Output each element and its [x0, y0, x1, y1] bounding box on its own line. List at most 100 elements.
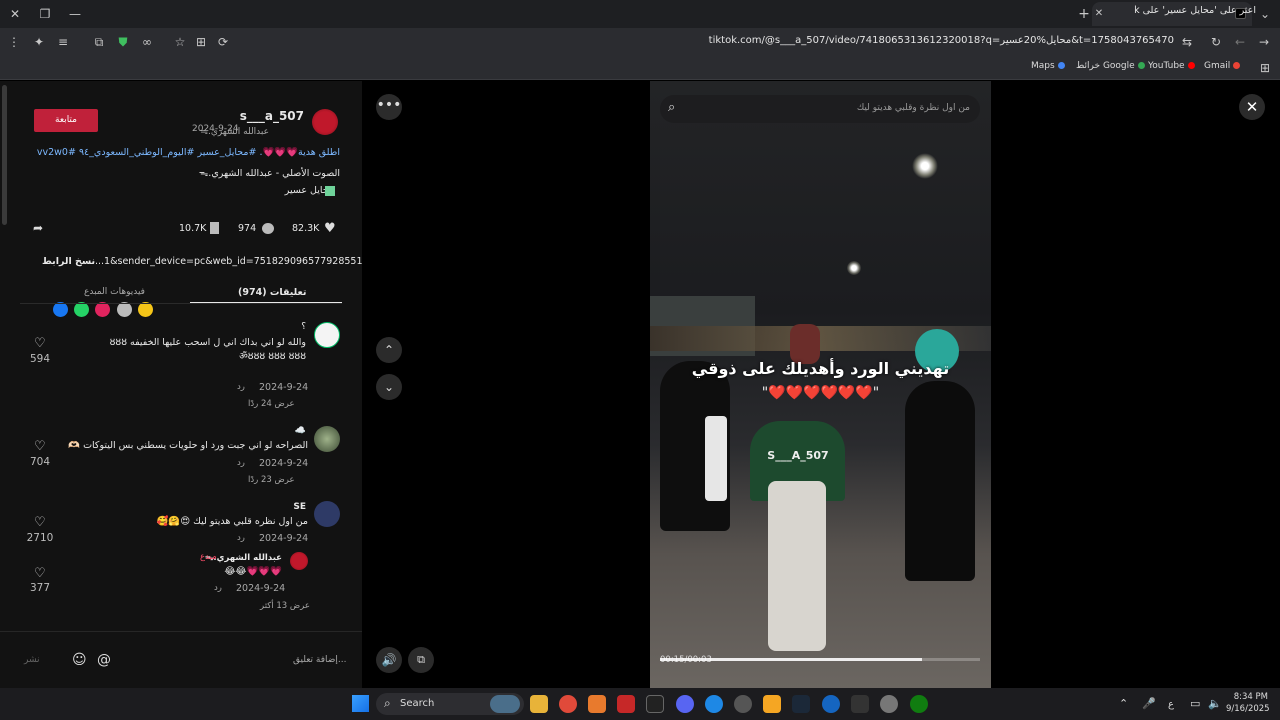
volume-icon[interactable]: 🔈 [1208, 697, 1222, 710]
commenter-avatar[interactable] [314, 501, 340, 527]
network-icon[interactable]: ▭ [1190, 697, 1200, 710]
restore-window-icon[interactable]: ❐ [36, 5, 54, 23]
reply-button[interactable]: رد [214, 583, 222, 593]
previous-video-icon[interactable]: ⌃ [376, 337, 402, 363]
reload-icon[interactable]: ↻ [1207, 33, 1225, 51]
share-embed-icon[interactable] [117, 302, 132, 317]
facebook-icon[interactable] [53, 302, 68, 317]
copy-link-button[interactable]: نسخ الرابط [42, 256, 95, 267]
back-icon[interactable]: → [1255, 33, 1273, 51]
comment-like-icon[interactable]: ♡ [34, 566, 46, 581]
language-indicator[interactable]: ع [1168, 699, 1174, 710]
reply-button[interactable]: رد [237, 533, 245, 543]
sound-label[interactable]: الصوت الأصلي - عبدالله الشهري‪ᯓ. [199, 166, 340, 179]
app-icon[interactable] [588, 695, 606, 713]
clock-date[interactable]: 9/16/2025 [1226, 704, 1270, 714]
progress-fill [660, 658, 923, 661]
post-comment-button[interactable]: نشر [24, 655, 40, 665]
steam-icon[interactable] [792, 695, 810, 713]
next-video-icon[interactable]: ⌄ [376, 374, 402, 400]
comment-like-icon[interactable]: ♡ [34, 336, 46, 351]
site-settings-icon[interactable]: ⇆ [1178, 33, 1196, 51]
volume-icon[interactable]: 🔊 [376, 647, 402, 673]
xbox-icon[interactable] [910, 695, 928, 713]
commenter-avatar[interactable] [314, 426, 340, 452]
comment-icon[interactable] [262, 223, 274, 234]
share-icon[interactable]: ⟳ [214, 33, 232, 51]
pip-icon[interactable]: ⧉ [408, 647, 434, 673]
creator-avatar[interactable] [290, 552, 308, 570]
tab-comments[interactable]: تعليقات (974) [238, 287, 306, 298]
star-icon[interactable]: ☆ [171, 33, 189, 51]
comment-like-icon[interactable]: ♡ [34, 439, 46, 454]
microphone-icon[interactable]: 🎤 [1142, 697, 1156, 710]
share-telegram-icon[interactable] [95, 302, 110, 317]
bookmark-maps[interactable]: Maps [1031, 61, 1065, 71]
minimize-window-icon[interactable]: — [66, 5, 84, 23]
extension-icon[interactable]: ≡ [54, 33, 72, 51]
clock-time[interactable]: 8:34 PM [1226, 692, 1268, 702]
tab-search-icon[interactable]: ⌄ [1256, 5, 1274, 23]
app-icon[interactable] [763, 695, 781, 713]
view-more-replies-button[interactable]: عرض 13 أكثر [260, 601, 310, 611]
author-username[interactable]: s___a_507 [240, 109, 304, 123]
video-player[interactable]: تهديني الورد وأهديلك على ذوقي "❤️❤️❤️❤️❤… [650, 81, 991, 688]
discord-icon[interactable] [676, 695, 694, 713]
video-hearts: "❤️❤️❤️❤️❤️❤️" [761, 385, 880, 401]
view-replies-button[interactable]: عرض 24 ردًا [248, 399, 295, 409]
extensions-icon[interactable]: ⧉ [90, 33, 108, 51]
close-video-icon[interactable]: ✕ [1239, 94, 1265, 120]
translate-icon[interactable]: ⊞ [192, 33, 210, 51]
comment-author[interactable]: SE [293, 502, 306, 512]
comment-author[interactable]: ؟ [301, 322, 306, 332]
bookmark-gmail[interactable]: Gmail [1204, 61, 1241, 71]
app-icon[interactable] [705, 695, 723, 713]
epic-games-icon[interactable] [851, 695, 869, 713]
tray-overflow-icon[interactable]: ⌃ [1119, 697, 1128, 710]
save-count: 10.7K [179, 223, 207, 234]
comment-like-icon[interactable]: ♡ [34, 515, 46, 530]
share-emoji-icon[interactable] [138, 302, 153, 317]
forward-icon[interactable]: ← [1231, 33, 1249, 51]
reply-button[interactable]: رد [237, 458, 245, 468]
menu-icon[interactable]: ⋮ [5, 33, 23, 51]
mention-icon[interactable]: @ [97, 652, 111, 668]
commenter-avatar[interactable] [314, 322, 340, 348]
start-icon[interactable] [352, 695, 369, 712]
apps-icon[interactable]: ⊞ [1256, 59, 1274, 77]
close-tab-icon[interactable]: ✕ [1090, 5, 1108, 23]
share-arrow-icon[interactable]: ➦ [33, 221, 43, 235]
app-icon[interactable] [646, 695, 664, 713]
whatsapp-icon[interactable] [74, 302, 89, 317]
bookmark-youtube[interactable]: YouTube [1148, 61, 1195, 71]
bookmark-maps-ar[interactable]: خرائط Google [1076, 61, 1145, 71]
author-avatar[interactable] [312, 109, 338, 135]
chrome-icon[interactable] [559, 695, 577, 713]
extension-icon[interactable]: ✦ [30, 33, 48, 51]
search-icon[interactable]: ⌕ [668, 100, 675, 115]
close-window-icon[interactable]: ✕ [6, 5, 24, 23]
app-icon[interactable] [734, 695, 752, 713]
follow-button[interactable]: متابعة [34, 109, 98, 132]
file-explorer-icon[interactable] [530, 695, 548, 713]
emoji-icon[interactable]: ☺ [72, 652, 87, 668]
scrollbar[interactable] [2, 85, 7, 225]
incognito-icon[interactable]: ∞ [138, 33, 156, 51]
app-icon[interactable] [617, 695, 635, 713]
reply-button[interactable]: رد [237, 382, 245, 392]
video-search-input[interactable]: من اول نظرة وقلبي هديتو ليك [700, 103, 970, 113]
address-bar[interactable]: tiktok.com/@s___a_507/video/741806531361… [709, 35, 1174, 46]
like-icon[interactable]: ♥ [324, 221, 336, 236]
weather-icon[interactable] [490, 695, 520, 713]
settings-icon[interactable] [880, 695, 898, 713]
app-icon[interactable] [822, 695, 840, 713]
post-caption: اطلق هدية💗💗💗. #محايل_عسير #اليوم_الوطني_… [36, 147, 340, 158]
view-replies-button[interactable]: عرض 23 ردًا [248, 475, 295, 485]
bookmark-icon[interactable] [210, 222, 219, 234]
shield-icon[interactable]: ⛊ [114, 33, 132, 51]
tab-creator-videos[interactable]: فيديوهات المبدع [84, 287, 145, 297]
comment-author[interactable]: ☁️ [295, 426, 306, 436]
progress-track[interactable] [660, 658, 980, 661]
comment-input[interactable]: إضافة تعليق... [293, 655, 347, 665]
more-options-icon[interactable]: ••• [376, 94, 402, 120]
